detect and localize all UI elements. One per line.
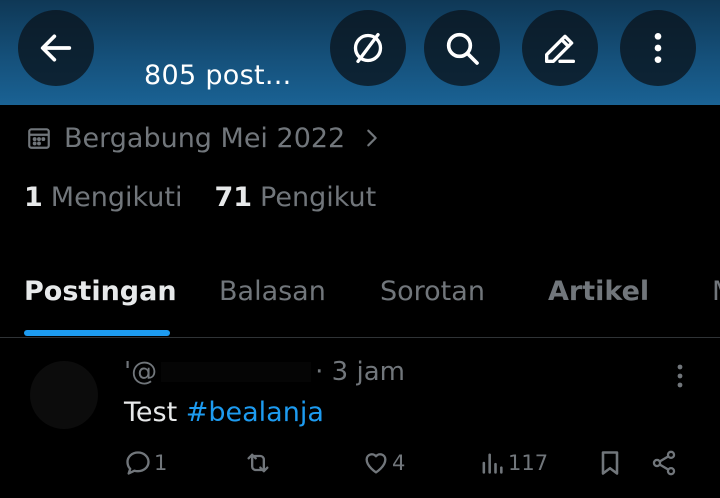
arrow-left-icon bbox=[40, 34, 72, 62]
search-button[interactable] bbox=[424, 10, 500, 86]
views-button[interactable]: 117 bbox=[478, 449, 548, 477]
edit-button[interactable] bbox=[522, 10, 598, 86]
followers-link[interactable]: 71 Pengikut bbox=[214, 182, 376, 213]
bookmark-icon bbox=[601, 451, 619, 475]
post-handle[interactable]: '@ bbox=[124, 357, 157, 387]
tab-articles[interactable]: Artikel bbox=[548, 276, 649, 307]
following-link[interactable]: 1 Mengikuti bbox=[24, 182, 182, 213]
follow-stats: 1 Mengikuti 71 Pengikut bbox=[24, 182, 376, 213]
joined-date-text: Bergabung Mei 2022 bbox=[64, 122, 346, 154]
reply-count: 1 bbox=[154, 451, 168, 475]
tab-replies[interactable]: Balasan bbox=[219, 276, 326, 307]
tab-highlights[interactable]: Sorotan bbox=[380, 276, 485, 307]
post-hashtag[interactable]: #bealanja bbox=[186, 397, 324, 428]
post-item[interactable]: '@ · 3 jam Test #bealanja 1 4 117 bbox=[0, 339, 720, 498]
reply-button[interactable]: 1 bbox=[124, 449, 167, 477]
bar-chart-icon bbox=[482, 453, 503, 474]
explore-button[interactable] bbox=[330, 10, 406, 86]
avatar[interactable] bbox=[30, 361, 98, 429]
compass-icon bbox=[353, 33, 383, 63]
followers-label: Pengikut bbox=[260, 182, 377, 213]
edit-icon bbox=[545, 34, 575, 63]
view-count: 117 bbox=[508, 451, 549, 475]
post-more-icon[interactable] bbox=[670, 361, 690, 391]
bookmark-button[interactable] bbox=[596, 449, 624, 477]
reply-icon bbox=[126, 451, 150, 475]
post-count: 805 post... bbox=[144, 60, 292, 91]
heart-icon bbox=[365, 453, 387, 474]
search-icon bbox=[446, 32, 479, 65]
more-vertical-icon bbox=[654, 33, 662, 63]
repost-button[interactable] bbox=[244, 449, 272, 477]
post-body: Test bbox=[124, 397, 186, 428]
tab-media[interactable]: M bbox=[712, 276, 720, 307]
repost-icon bbox=[247, 453, 269, 473]
share-button[interactable] bbox=[650, 449, 678, 477]
followers-count: 71 bbox=[214, 182, 253, 213]
active-tab-indicator bbox=[24, 330, 170, 336]
more-options-button[interactable] bbox=[620, 10, 696, 86]
post-actions: 1 4 117 bbox=[0, 449, 720, 485]
joined-date-row[interactable]: Bergabung Mei 2022 bbox=[26, 118, 383, 158]
profile-tabs: Postingan Balasan Sorotan Artikel M bbox=[0, 262, 720, 338]
like-button[interactable]: 4 bbox=[362, 449, 405, 477]
post-text: Test #bealanja bbox=[124, 397, 324, 428]
profile-header-banner: 805 post... bbox=[0, 0, 720, 105]
following-count: 1 bbox=[24, 182, 43, 213]
post-meta: '@ · 3 jam bbox=[124, 357, 405, 387]
post-time: · 3 jam bbox=[315, 357, 405, 387]
share-icon bbox=[652, 450, 676, 476]
chevron-right-icon bbox=[367, 129, 378, 147]
back-button[interactable] bbox=[18, 10, 94, 86]
tab-posts[interactable]: Postingan bbox=[24, 276, 177, 307]
calendar-icon bbox=[28, 128, 50, 149]
following-label: Mengikuti bbox=[50, 182, 183, 213]
like-count: 4 bbox=[392, 451, 406, 475]
redacted-handle bbox=[161, 362, 312, 382]
